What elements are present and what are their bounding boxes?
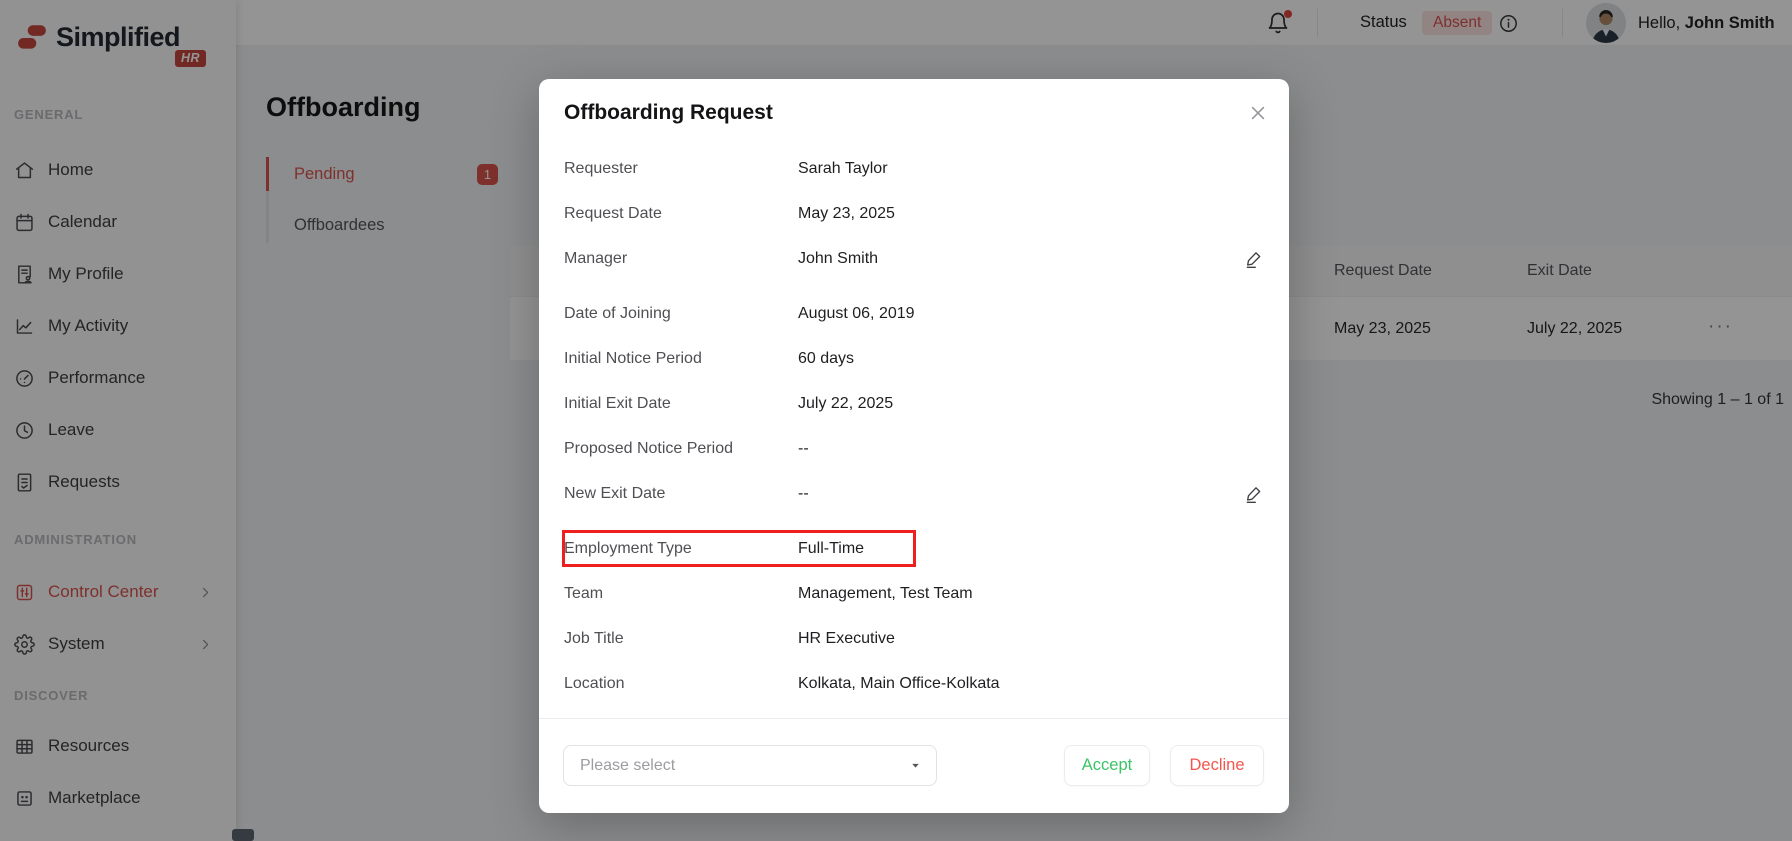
field-row-job-title: Job Title HR Executive	[564, 629, 895, 647]
edit-manager-button[interactable]	[1244, 249, 1264, 269]
caret-down-icon	[912, 763, 919, 768]
modal-field-rows: Requester Sarah Taylor Request Date May …	[564, 146, 1264, 706]
field-row-requester: Requester Sarah Taylor	[564, 159, 888, 177]
modal-footer-divider	[539, 718, 1289, 719]
edit-new-exit-date-button[interactable]	[1244, 484, 1264, 504]
field-row-manager: Manager John Smith	[564, 236, 1264, 281]
accept-button[interactable]: Accept	[1064, 745, 1150, 786]
field-row-initial-notice-period: Initial Notice Period 60 days	[564, 349, 855, 367]
app-root: Simplified HR GENERAL Home Calendar My P…	[0, 0, 1792, 841]
close-icon[interactable]	[1248, 103, 1268, 123]
select-placeholder: Please select	[580, 757, 676, 774]
pencil-edit-icon	[1246, 486, 1261, 503]
field-row-request-date: Request Date May 23, 2025	[564, 204, 895, 222]
offboarding-request-modal: Offboarding Request Requester Sarah Tayl…	[539, 79, 1289, 813]
field-row-new-exit-date: New Exit Date --	[564, 471, 1264, 516]
reason-select[interactable]: Please select	[563, 745, 937, 786]
field-row-date-of-joining: Date of Joining August 06, 2019	[564, 304, 915, 322]
field-row-team: Team Management, Test Team	[564, 584, 973, 602]
modal-title: Offboarding Request	[564, 101, 773, 124]
field-row-employment-type: Employment Type Full-Time	[564, 539, 865, 557]
decline-button[interactable]: Decline	[1170, 745, 1264, 786]
field-row-initial-exit-date: Initial Exit Date July 22, 2025	[564, 394, 894, 412]
pencil-edit-icon	[1246, 251, 1261, 268]
field-row-proposed-notice-period: Proposed Notice Period --	[564, 439, 809, 457]
field-row-location: Location Kolkata, Main Office-Kolkata	[564, 674, 1000, 692]
